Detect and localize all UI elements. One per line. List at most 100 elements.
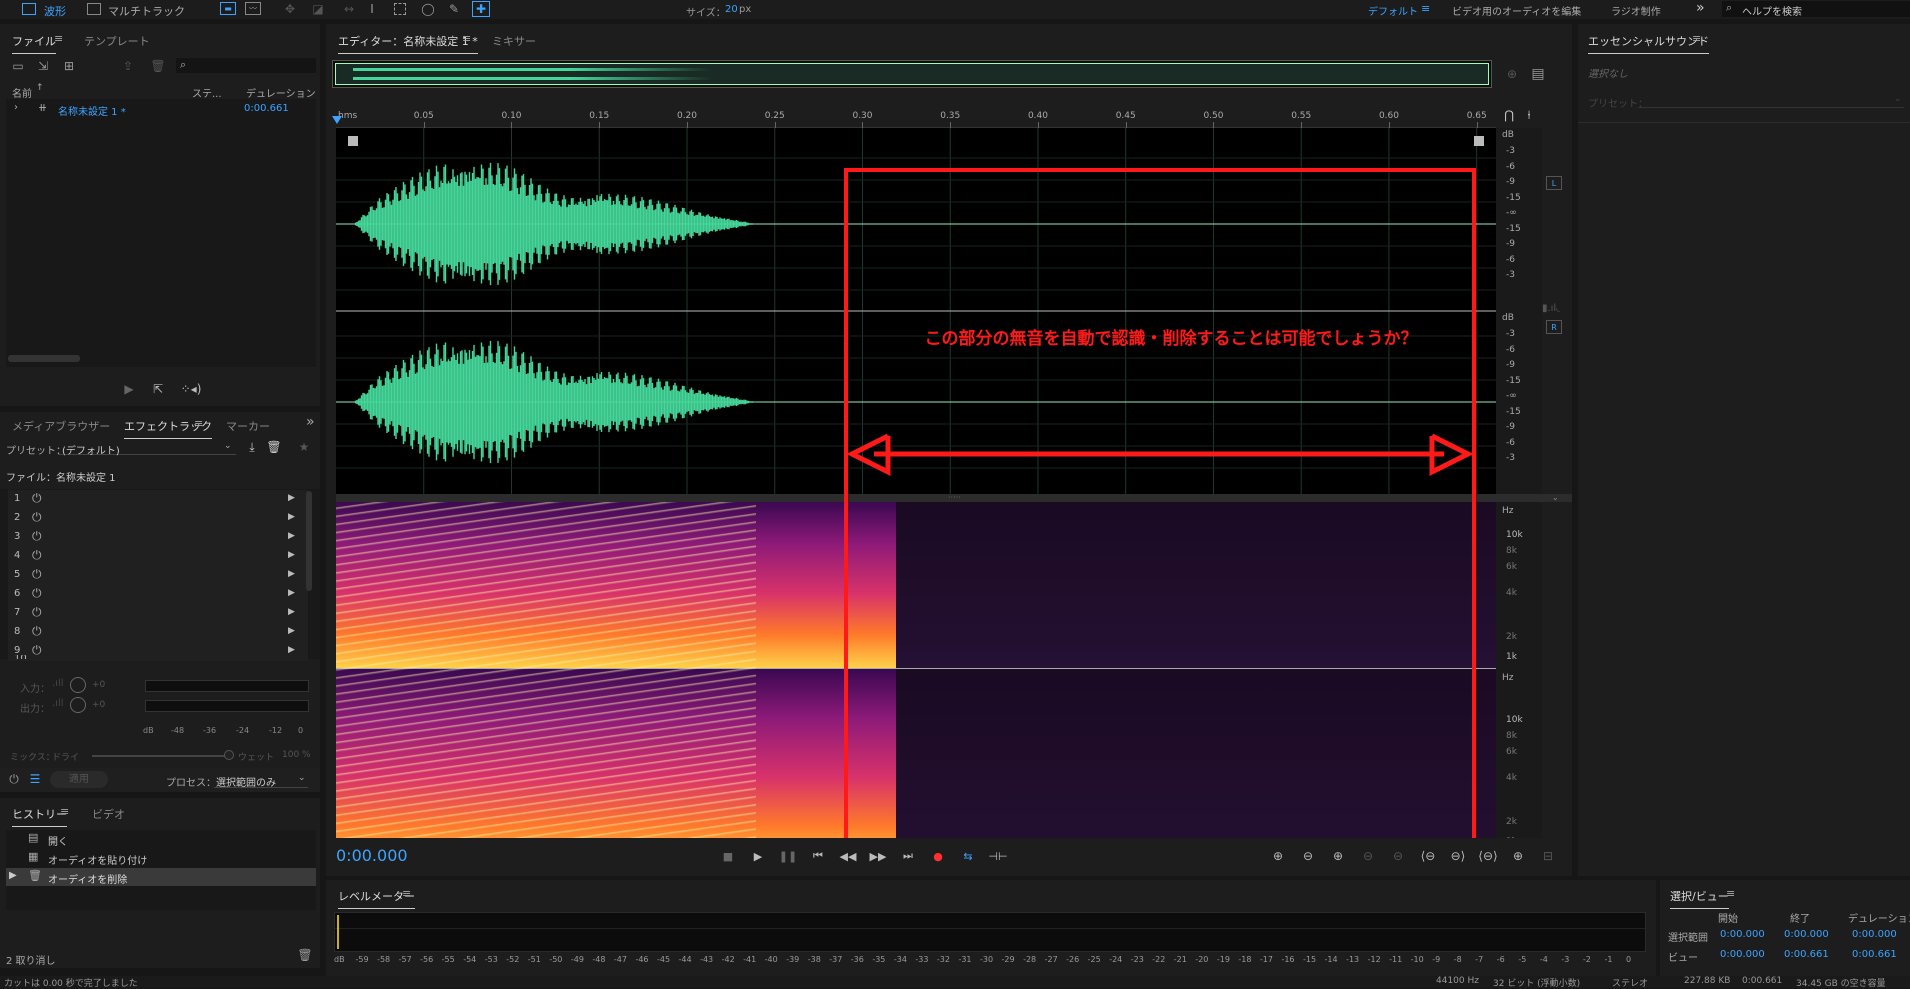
editor-menu-icon[interactable]: ≡ [462, 32, 471, 45]
zoom-out-full-icon[interactable]: ⊖ [1386, 846, 1410, 866]
zoom-in-left-icon[interactable]: ⟨⊖ [1416, 846, 1440, 866]
overview-bar[interactable] [332, 60, 1492, 88]
history-menu-icon[interactable]: ≡ [60, 805, 69, 818]
zoom-in-time-icon[interactable]: ⊕ [1326, 846, 1350, 866]
fast-forward-button[interactable]: ▶▶ [866, 846, 890, 866]
import-icon[interactable]: ⇲ [34, 59, 52, 73]
brush-tool-icon[interactable]: ✎ [446, 2, 462, 16]
process-select[interactable]: 選択範囲のみ ⌄ [214, 771, 308, 789]
more-panels-icon[interactable]: » [306, 414, 315, 430]
razor-tool-icon[interactable]: ◪ [310, 2, 326, 16]
slot-arrow-icon[interactable]: ▶ [288, 645, 295, 655]
master-power-icon[interactable]: ⏻ [7, 772, 21, 786]
selection-duration[interactable]: 0:00.000 [1852, 929, 1897, 940]
current-time[interactable]: 0:00.000 [336, 846, 408, 865]
view-duration[interactable]: 0:00.661 [1852, 949, 1897, 960]
delete-file-icon[interactable]: 🗑 [150, 59, 166, 73]
history-item-selected[interactable]: ▶ 🗑 オーディオを削除 [6, 868, 316, 886]
slot-arrow-icon[interactable]: ▶ [288, 626, 295, 636]
tab-mixer[interactable]: ミキサー [492, 33, 536, 49]
play-button[interactable]: ▶ [746, 846, 770, 866]
go-to-end-button[interactable]: ⏭ [896, 846, 920, 866]
tab-media-browser[interactable]: メディアブラウザー [12, 418, 110, 434]
input-knob[interactable] [70, 677, 86, 693]
zoom-selection-icon[interactable]: ⟨⊖⟩ [1476, 846, 1500, 866]
slots-scrollbar[interactable] [306, 491, 312, 591]
effect-slot[interactable]: 10 [8, 655, 308, 659]
slot-arrow-icon[interactable]: ▶ [288, 512, 295, 522]
channel-right-badge[interactable]: R [1546, 320, 1562, 334]
time-ruler[interactable]: hms 0.05 0.10 0.15 0.20 0.25 0.30 0.35 0.40 0.45… [332, 108, 1496, 128]
marquee-tool-icon[interactable] [394, 3, 406, 15]
workspace-radio[interactable]: ラジオ制作 [1611, 3, 1661, 18]
list-view-icon[interactable]: ☰ [28, 772, 42, 786]
power-icon[interactable]: ⏻ [32, 491, 42, 506]
new-file-icon[interactable]: ⊞ [60, 59, 78, 73]
files-menu-icon[interactable]: ≡ [54, 32, 63, 45]
more-workspaces-icon[interactable]: » [1696, 0, 1705, 16]
selection-start[interactable]: 0:00.000 [1720, 929, 1765, 940]
playhead-marker[interactable] [332, 116, 342, 124]
save-preset-icon[interactable]: ⤓ [244, 440, 260, 454]
workspace-default[interactable]: デフォルト [1368, 3, 1418, 18]
slot-arrow-icon[interactable]: ▶ [288, 588, 295, 598]
rewind-button[interactable]: ◀◀ [836, 846, 860, 866]
apply-button[interactable]: 適用 [50, 771, 108, 788]
insert-icon[interactable]: ⇪ [120, 59, 136, 73]
zoom-fit-icon[interactable]: ⊟ [1536, 846, 1560, 866]
history-item[interactable]: ▦ オーディオを貼り付け [6, 849, 316, 867]
time-selection-tool-icon[interactable]: I [366, 2, 378, 16]
go-to-start-button[interactable]: ⏮ [806, 846, 830, 866]
overview-menu-icon[interactable]: ▤ [1530, 66, 1546, 82]
help-search[interactable]: ⌕ ヘルプを検索 [1722, 1, 1910, 18]
zoom-in-right-icon[interactable]: ⊖⟩ [1446, 846, 1470, 866]
record-button[interactable]: ● [926, 846, 950, 866]
mix-slider-handle[interactable] [224, 750, 234, 760]
preview-loop-icon[interactable]: ⇱ [150, 382, 166, 396]
selection-end[interactable]: 0:00.000 [1784, 929, 1829, 940]
power-icon[interactable]: ⏻ [32, 605, 42, 620]
zoom-out-time-icon[interactable]: ⊖ [1356, 846, 1380, 866]
brush-size-value[interactable]: 20 [725, 4, 738, 15]
effect-slot[interactable]: 2 ⏻ ▶ [8, 509, 308, 528]
view-start[interactable]: 0:00.000 [1720, 949, 1765, 960]
power-icon[interactable]: ⏻ [32, 624, 42, 639]
essential-menu-icon[interactable]: ≡ [1692, 32, 1701, 45]
fade-out-handle[interactable] [1474, 136, 1484, 146]
essential-sound-title[interactable]: エッセンシャルサウンド [1588, 33, 1709, 54]
spot-healing-tool-icon[interactable]: ✚ [472, 1, 490, 17]
autoplay-volume-icon[interactable]: ⁘◂) [180, 382, 202, 396]
column-status[interactable]: ステ... [192, 85, 222, 100]
selection-view-title[interactable]: 選択/ビュー [1670, 888, 1729, 909]
history-item[interactable]: ▤ 開く [6, 830, 316, 848]
view-end[interactable]: 0:00.661 [1784, 949, 1829, 960]
pitch-view-icon[interactable]: 〰 [245, 2, 261, 15]
slot-arrow-icon[interactable]: ▶ [288, 607, 295, 617]
zoom-out-amplitude-icon[interactable]: ⊖ [1296, 846, 1320, 866]
effect-slot[interactable]: 3 ⏻ ▶ [8, 528, 308, 547]
power-icon[interactable]: ⏻ [32, 529, 42, 544]
power-icon[interactable]: ⏻ [32, 586, 42, 601]
files-scrollbar[interactable] [8, 355, 80, 362]
effect-slot[interactable]: 6 ⏻ ▶ [8, 585, 308, 604]
workspace-video-audio[interactable]: ビデオ用のオーディオを編集 [1452, 3, 1581, 18]
expand-icon[interactable]: › [14, 102, 18, 113]
pin-icon[interactable]: ⍿ [1522, 108, 1536, 122]
favorite-star-icon[interactable]: ★ [296, 440, 312, 454]
move-tool-icon[interactable]: ✥ [282, 2, 298, 16]
zoom-reset-icon[interactable]: ⊕ [1506, 846, 1530, 866]
tab-markers[interactable]: マーカー [226, 418, 270, 434]
file-name[interactable]: 名称未設定 1 * [58, 103, 126, 118]
effect-slot[interactable]: 8 ⏻ ▶ [8, 623, 308, 642]
slot-arrow-icon[interactable]: ▶ [288, 531, 295, 541]
channel-left-badge[interactable]: L [1546, 176, 1562, 190]
loop-button[interactable]: ⇆ [956, 846, 980, 866]
output-knob[interactable] [70, 697, 86, 713]
tab-templates[interactable]: テンプレート [84, 33, 150, 49]
tab-video[interactable]: ビデオ [92, 806, 125, 822]
stop-button[interactable]: ■ [716, 846, 740, 866]
power-icon[interactable]: ⏻ [32, 567, 42, 582]
column-duration[interactable]: デュレーション [246, 85, 316, 100]
selection-menu-icon[interactable]: ≡ [1726, 887, 1735, 900]
spectral-view-icon[interactable]: ▬ [220, 2, 236, 15]
